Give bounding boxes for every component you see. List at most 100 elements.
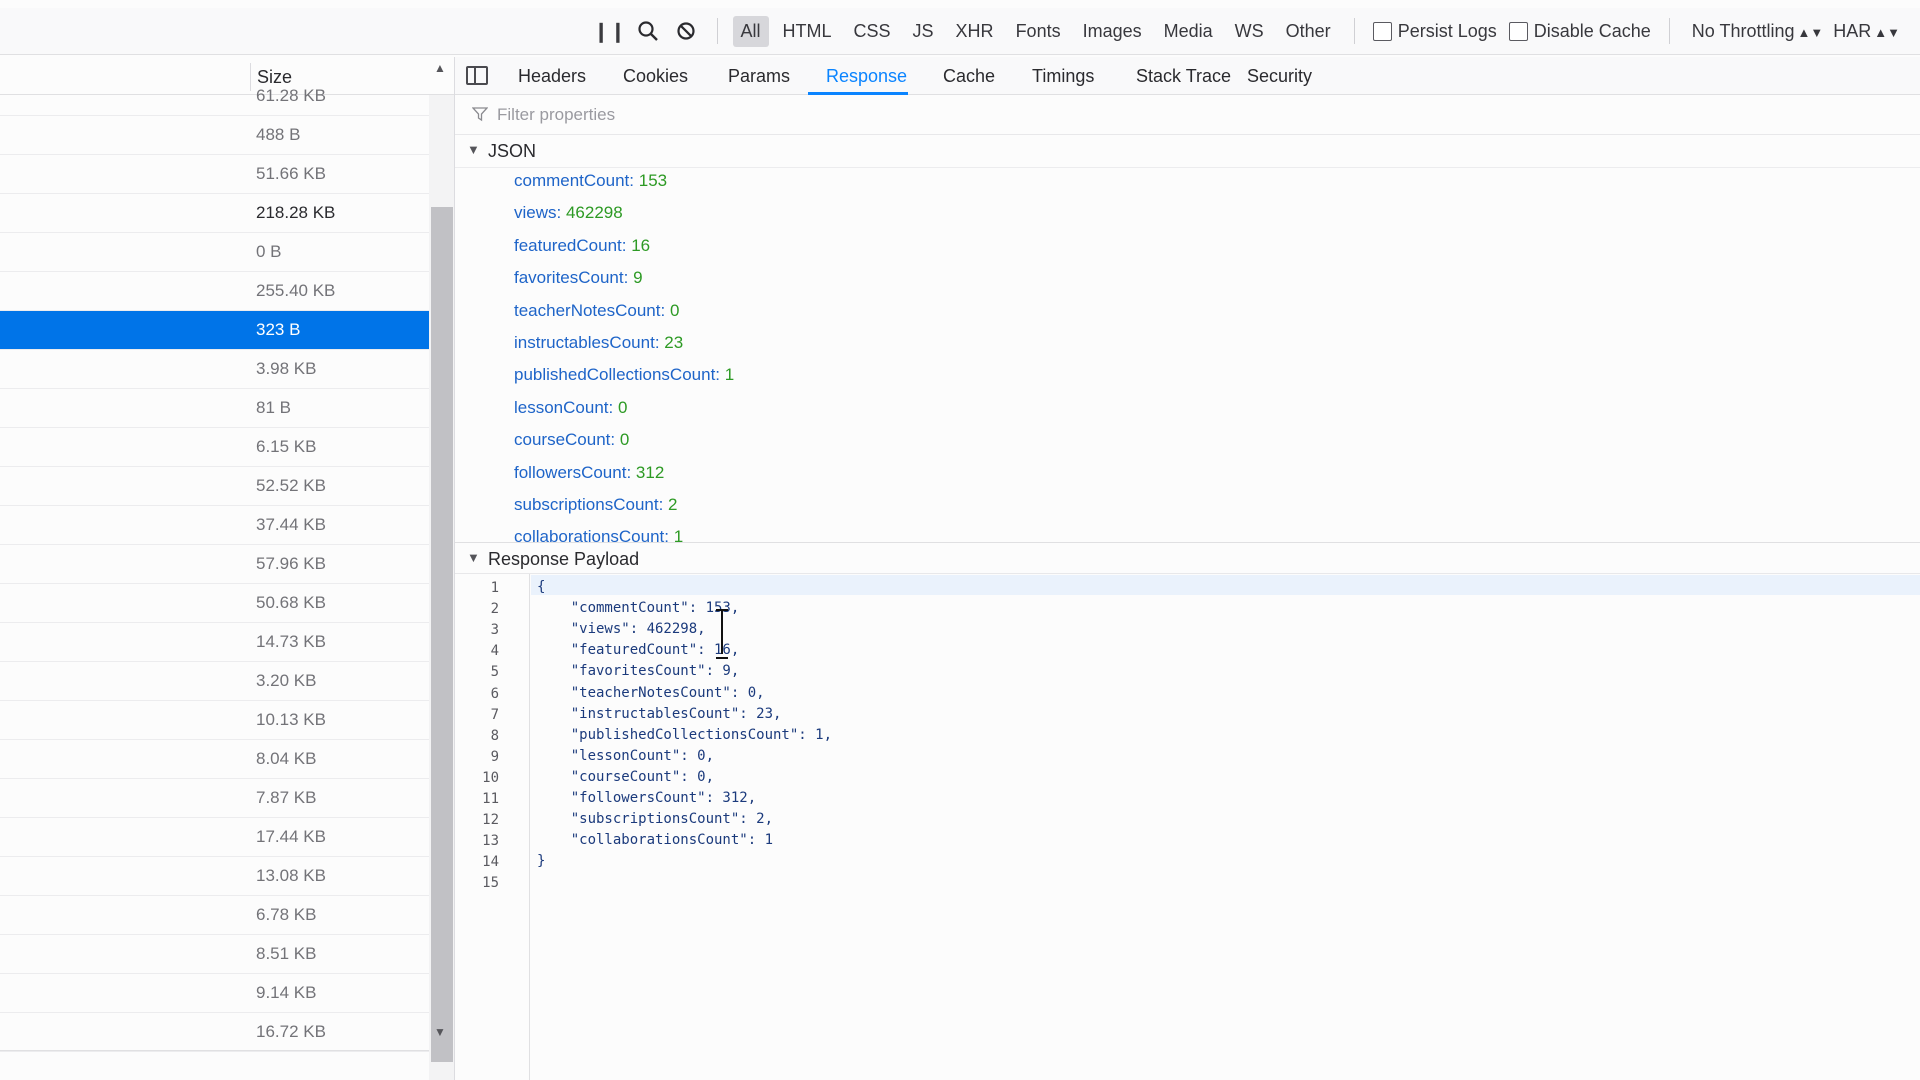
request-row[interactable]: 255.40 KB — [0, 272, 429, 311]
request-row[interactable]: 51.66 KB — [0, 155, 429, 194]
code-line: "lessonCount": 0, — [537, 747, 715, 764]
filter-other[interactable]: Other — [1278, 16, 1339, 47]
checkbox-box[interactable] — [1372, 21, 1392, 41]
scroll-down-icon[interactable]: ▼ — [434, 1025, 446, 1039]
request-size: 323 B — [256, 320, 301, 339]
request-row[interactable]: 50.68 KB — [0, 584, 429, 623]
property-value: 0 — [619, 430, 630, 450]
json-property-row[interactable]: commentCount: 153 — [514, 171, 734, 203]
line-number: 11 — [482, 791, 499, 807]
tab-response[interactable]: Response — [826, 66, 907, 87]
request-row[interactable]: 10.13 KB — [0, 701, 429, 740]
line-number: 13 — [482, 833, 499, 850]
filter-fonts[interactable]: Fonts — [1008, 16, 1069, 47]
code-line: "followersCount": 312, — [537, 790, 757, 806]
request-row[interactable]: 6.78 KB — [0, 896, 429, 935]
filter-media[interactable]: Media — [1156, 16, 1221, 47]
tab-cookies[interactable]: Cookies — [623, 66, 688, 87]
request-size: 52.52 KB — [256, 476, 326, 495]
line-number: 10 — [482, 769, 499, 786]
request-size: 13.08 KB — [256, 866, 326, 885]
toolbar-separator — [1668, 18, 1670, 44]
response-payload-editor[interactable]: 1 2 3 4 5 6 7 8 9 10 11 12 13 14 15 { "commentCount": … — [455, 574, 1920, 1080]
json-property-row[interactable]: lessonCount: 0 — [514, 398, 734, 430]
filter-css[interactable]: CSS — [846, 16, 899, 47]
clear-icon[interactable] — [667, 12, 705, 50]
tab-params[interactable]: Params — [728, 66, 790, 87]
filter-js[interactable]: JS — [905, 16, 942, 47]
request-row[interactable]: 14.73 KB — [0, 623, 429, 662]
request-row[interactable]: 7.87 KB — [0, 779, 429, 818]
code-line: "instructablesCount": 23, — [537, 705, 782, 722]
request-row[interactable]: 9.14 KB — [0, 974, 429, 1013]
request-row[interactable]: 323 B — [0, 311, 429, 350]
request-row[interactable]: 61.28 KB — [0, 86, 429, 116]
code-area[interactable]: { "commentCount": 153, "views": 462298, … — [531, 574, 1920, 1080]
json-section-header[interactable]: ▼ JSON — [455, 135, 1920, 168]
tab-stack-trace[interactable]: Stack Trace — [1136, 66, 1231, 87]
scroll-up-icon[interactable]: ▲ — [434, 61, 446, 75]
scrollbar-thumb[interactable] — [431, 207, 453, 1062]
filter-xhr[interactable]: XHR — [948, 16, 1002, 47]
json-property-row[interactable]: teacherNotesCount: 0 — [514, 301, 734, 333]
throttling-select[interactable]: No Throttling ▲▼ — [1692, 21, 1823, 42]
checkbox-box[interactable] — [1508, 21, 1528, 41]
property-key: publishedCollectionsCount — [514, 365, 716, 385]
column-separator[interactable] — [250, 63, 251, 91]
har-menu[interactable]: HAR ▲▼ — [1833, 21, 1900, 42]
request-row[interactable]: 3.98 KB — [0, 350, 429, 389]
expand-triangle-icon[interactable]: ▼ — [467, 550, 480, 565]
filter-properties-input[interactable]: Filter properties — [497, 105, 615, 125]
filter-html[interactable]: HTML — [775, 16, 840, 47]
json-property-row[interactable]: courseCount: 0 — [514, 430, 734, 462]
json-property-row[interactable]: views: 462298 — [514, 203, 734, 235]
json-property-row[interactable]: publishedCollectionsCount: 1 — [514, 365, 734, 397]
disable-cache-checkbox[interactable]: Disable Cache — [1508, 21, 1651, 42]
code-line: } — [537, 853, 546, 870]
pause-icon[interactable]: ❙❙ — [591, 12, 629, 50]
request-row[interactable]: 37.44 KB — [0, 506, 429, 545]
filter-images[interactable]: Images — [1075, 16, 1150, 47]
response-payload-header[interactable]: ▼ Response Payload — [455, 542, 1920, 574]
request-row[interactable]: 13.08 KB — [0, 857, 429, 896]
filter-properties-bar[interactable]: Filter properties — [455, 95, 1920, 135]
request-row[interactable]: 218.28 KB — [0, 194, 429, 233]
request-row[interactable]: 8.51 KB — [0, 935, 429, 974]
tab-timings[interactable]: Timings — [1032, 66, 1094, 87]
request-row[interactable]: 3.20 KB — [0, 662, 429, 701]
request-row[interactable]: 81 B — [0, 389, 429, 428]
request-row[interactable]: 16.72 KB — [0, 1013, 429, 1052]
tab-cache[interactable]: Cache — [943, 66, 995, 87]
code-line: "courseCount": 0, — [537, 768, 715, 785]
filter-ws[interactable]: WS — [1227, 16, 1272, 47]
line-number: 2 — [490, 601, 499, 618]
network-toolbar: ❙❙ All HTML CSS JS XHR Fonts Images Media WS Othe… — [0, 8, 1920, 55]
tab-headers[interactable]: Headers — [518, 66, 586, 87]
json-property-row[interactable]: subscriptionsCount: 2 — [514, 495, 734, 527]
property-value: 9 — [633, 268, 643, 288]
request-row[interactable]: 0 B — [0, 233, 429, 272]
persist-logs-checkbox[interactable]: Persist Logs — [1372, 21, 1497, 42]
property-separator: : — [658, 494, 669, 514]
request-row[interactable]: 52.52 KB — [0, 467, 429, 506]
tab-security[interactable]: Security — [1247, 66, 1312, 87]
line-number: 14 — [482, 854, 499, 871]
json-section-label: JSON — [488, 141, 537, 161]
json-property-row[interactable]: instructablesCount: 23 — [514, 333, 734, 365]
search-icon[interactable] — [629, 12, 667, 50]
request-row[interactable]: 488 B — [0, 116, 429, 155]
json-property-row[interactable]: favoritesCount: 9 — [514, 268, 734, 300]
toggle-panel-icon[interactable] — [466, 66, 488, 85]
property-key: teacherNotesCount — [514, 300, 661, 320]
property-separator: : — [626, 462, 636, 482]
request-row[interactable]: 57.96 KB — [0, 545, 429, 584]
request-row[interactable]: 17.44 KB — [0, 818, 429, 857]
request-list-scrollbar[interactable] — [429, 95, 454, 1080]
request-row[interactable]: 6.15 KB — [0, 428, 429, 467]
request-row[interactable]: 8.04 KB — [0, 740, 429, 779]
json-property-row[interactable]: featuredCount: 16 — [514, 236, 734, 268]
json-property-row[interactable]: followersCount: 312 — [514, 463, 734, 495]
size-column-header[interactable]: Size — [257, 67, 292, 88]
expand-triangle-icon[interactable]: ▼ — [467, 142, 480, 157]
filter-all[interactable]: All — [732, 15, 769, 47]
